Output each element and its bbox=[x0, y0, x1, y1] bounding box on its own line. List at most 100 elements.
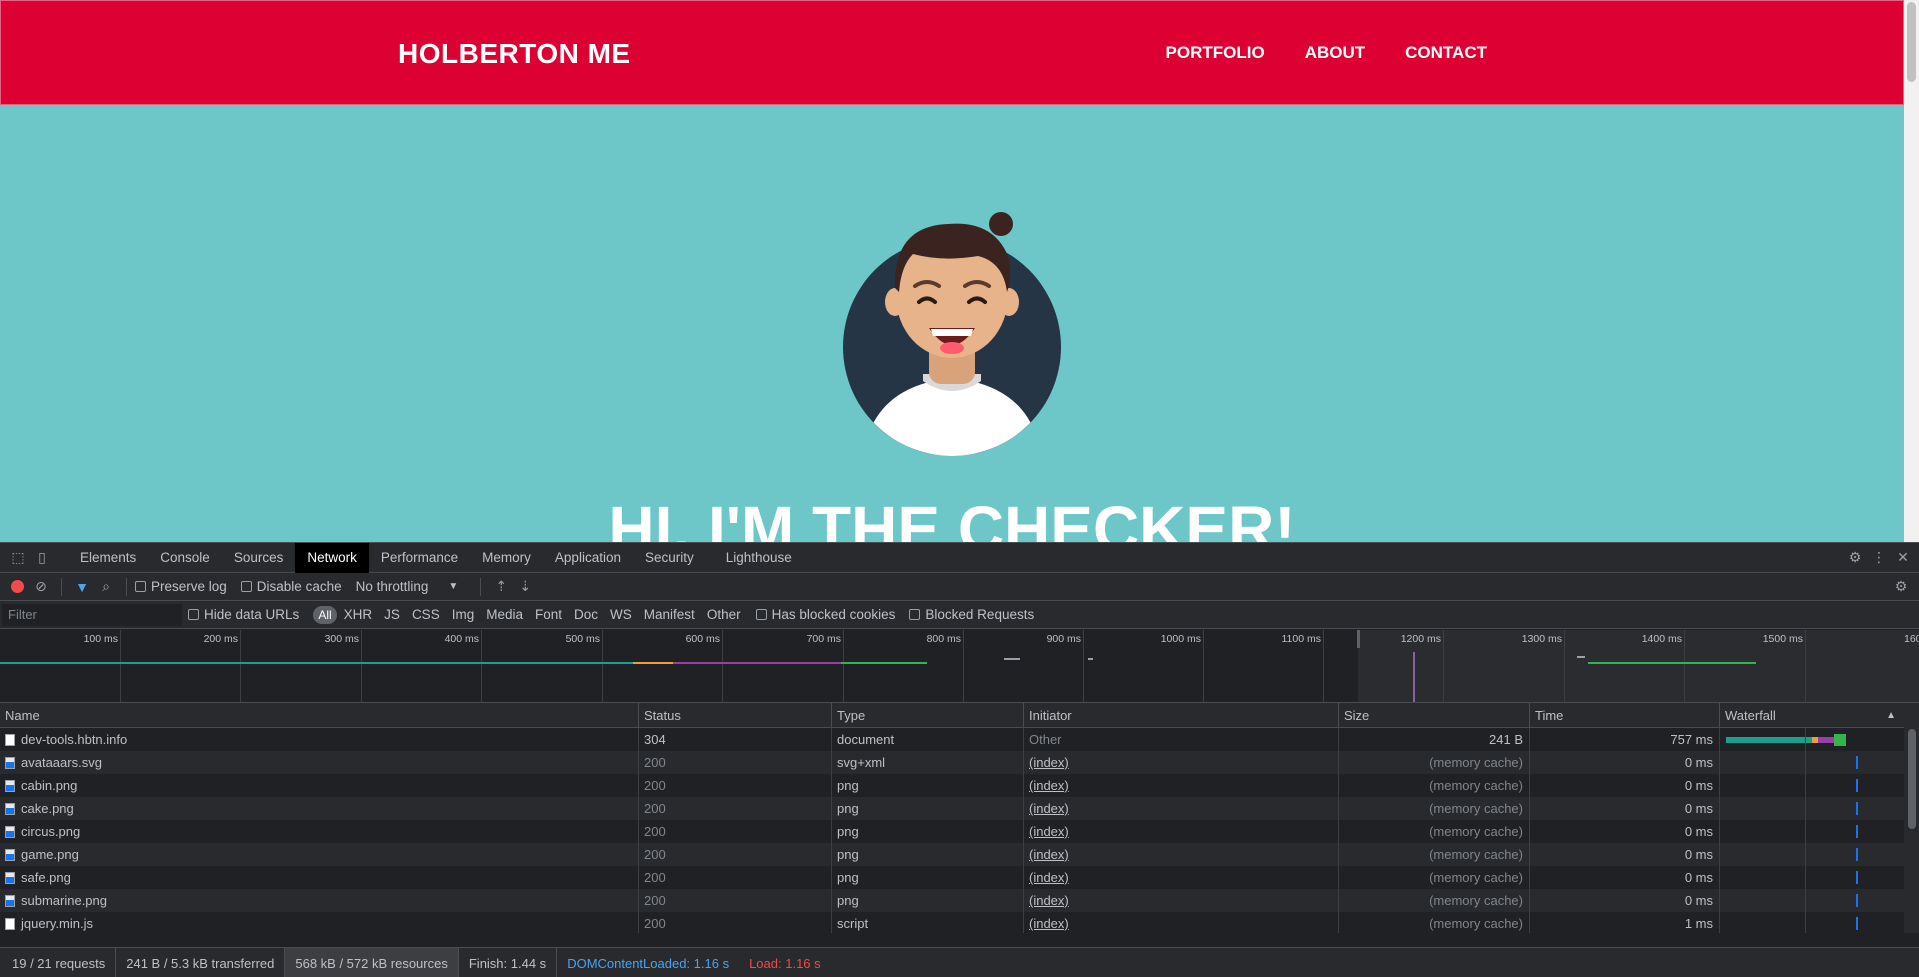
clear-icon[interactable]: ⊘ bbox=[29, 575, 53, 599]
nav-about[interactable]: ABOUT bbox=[1305, 43, 1365, 63]
device-toolbar-icon[interactable]: ▯ bbox=[30, 546, 54, 570]
tab-performance[interactable]: Performance bbox=[369, 543, 470, 573]
tab-sources[interactable]: Sources bbox=[222, 543, 296, 573]
filter-input[interactable] bbox=[2, 603, 182, 626]
col-initiator[interactable]: Initiator bbox=[1023, 703, 1338, 728]
table-row[interactable]: dev-tools.hbtn.info 304 document Other 241 B… bbox=[0, 728, 1904, 751]
filter-type-doc[interactable]: Doc bbox=[569, 605, 603, 624]
cell-initiator[interactable]: (index) bbox=[1023, 843, 1338, 866]
cell-initiator[interactable]: (index) bbox=[1023, 889, 1338, 912]
filter-type-manifest[interactable]: Manifest bbox=[639, 605, 700, 624]
filter-type-js[interactable]: JS bbox=[379, 605, 405, 624]
tab-lighthouse[interactable]: Lighthouse bbox=[714, 543, 804, 573]
tab-network[interactable]: Network bbox=[295, 542, 369, 573]
site-nav: PORTFOLIO ABOUT CONTACT bbox=[1166, 43, 1487, 63]
settings-gear-icon[interactable]: ⚙ bbox=[1843, 546, 1867, 570]
disable-cache-checkbox[interactable]: Disable cache bbox=[240, 579, 342, 594]
cell-status-text: 200 bbox=[644, 755, 666, 770]
filter-type-media[interactable]: Media bbox=[481, 605, 528, 624]
network-settings-icon[interactable]: ⚙ bbox=[1889, 575, 1913, 599]
throttling-select[interactable]: No throttling ▼ bbox=[356, 579, 459, 594]
col-status[interactable]: Status bbox=[638, 703, 831, 728]
import-har-icon[interactable]: ⇡ bbox=[489, 575, 513, 599]
cell-name-text: submarine.png bbox=[21, 893, 107, 908]
cell-waterfall bbox=[1719, 866, 1904, 889]
overview-tick-label: 160 bbox=[1904, 633, 1919, 645]
waterfall-gridline bbox=[1805, 728, 1806, 751]
page-scrollbar[interactable] bbox=[1904, 0, 1919, 542]
network-overview-timeline[interactable]: 100 ms 200 ms 300 ms 400 ms 500 ms 600 ms 700 … bbox=[0, 630, 1919, 703]
cell-initiator[interactable]: (index) bbox=[1023, 751, 1338, 774]
filter-funnel-icon[interactable]: ▼ bbox=[70, 575, 94, 599]
col-size[interactable]: Size bbox=[1338, 703, 1529, 728]
col-name[interactable]: Name bbox=[0, 703, 638, 728]
table-row[interactable]: jquery.min.js 200 script (index) (memory cac… bbox=[0, 912, 1904, 933]
blocked-requests-checkbox[interactable]: Blocked Requests bbox=[909, 607, 1034, 622]
cell-time: 757 ms bbox=[1529, 728, 1719, 751]
filter-type-ws[interactable]: WS bbox=[605, 605, 637, 624]
cell-waterfall bbox=[1719, 843, 1904, 866]
table-row[interactable]: submarine.png 200 png (index) (memory cache)… bbox=[0, 889, 1904, 912]
nav-contact[interactable]: CONTACT bbox=[1405, 43, 1487, 63]
more-options-icon[interactable]: ⋮ bbox=[1867, 546, 1891, 570]
cell-time: 0 ms bbox=[1529, 889, 1719, 912]
close-devtools-icon[interactable]: ✕ bbox=[1891, 546, 1915, 570]
cell-waterfall bbox=[1719, 797, 1904, 820]
table-scrollbar[interactable] bbox=[1904, 703, 1919, 933]
cell-initiator[interactable]: (index) bbox=[1023, 820, 1338, 843]
site-brand[interactable]: HOLBERTON ME bbox=[398, 38, 631, 70]
inspect-element-icon[interactable]: ⬚ bbox=[6, 546, 30, 570]
has-blocked-cookies-checkbox[interactable]: Has blocked cookies bbox=[755, 607, 895, 622]
table-row[interactable]: cabin.png 200 png (index) (memory cache) 0 ms bbox=[0, 774, 1904, 797]
cell-size-text: (memory cache) bbox=[1429, 755, 1523, 770]
overview-tick-label: 500 ms bbox=[565, 633, 600, 645]
preserve-log-checkbox[interactable]: Preserve log bbox=[135, 579, 227, 594]
cell-size: (memory cache) bbox=[1338, 912, 1529, 933]
filter-type-font[interactable]: Font bbox=[530, 605, 567, 624]
filter-type-img[interactable]: Img bbox=[447, 605, 480, 624]
col-waterfall[interactable]: Waterfall ▲ bbox=[1719, 703, 1904, 728]
search-icon[interactable]: ⌕ bbox=[94, 575, 118, 599]
hide-data-urls-label: Hide data URLs bbox=[204, 607, 300, 622]
overview-tick-label: 1500 ms bbox=[1762, 633, 1803, 645]
table-row[interactable]: safe.png 200 png (index) (memory cache) 0 ms bbox=[0, 866, 1904, 889]
cell-waterfall bbox=[1719, 889, 1904, 912]
col-type[interactable]: Type bbox=[831, 703, 1023, 728]
export-har-icon[interactable]: ⇣ bbox=[513, 575, 537, 599]
waterfall-bar bbox=[1856, 756, 1858, 769]
cell-time-text: 0 ms bbox=[1684, 778, 1713, 793]
tab-memory[interactable]: Memory bbox=[470, 543, 543, 573]
overview-tick: 200 ms bbox=[204, 630, 241, 702]
table-row[interactable]: cake.png 200 png (index) (memory cache) 0 ms bbox=[0, 797, 1904, 820]
table-row[interactable]: avataaars.svg 200 svg+xml (index) (memory ca… bbox=[0, 751, 1904, 774]
tab-application[interactable]: Application bbox=[543, 543, 633, 573]
site-header: HOLBERTON ME PORTFOLIO ABOUT CONTACT bbox=[0, 0, 1904, 105]
filter-type-css[interactable]: CSS bbox=[407, 605, 445, 624]
table-row[interactable]: game.png 200 png (index) (memory cache) 0 ms bbox=[0, 843, 1904, 866]
cell-initiator-text: (index) bbox=[1029, 916, 1069, 931]
cell-initiator[interactable]: (index) bbox=[1023, 797, 1338, 820]
table-row[interactable]: circus.png 200 png (index) (memory cache) 0 m… bbox=[0, 820, 1904, 843]
table-scrollbar-thumb[interactable] bbox=[1908, 729, 1916, 829]
filter-type-xhr[interactable]: XHR bbox=[339, 605, 378, 624]
filter-type-other[interactable]: Other bbox=[702, 605, 746, 624]
cell-initiator[interactable]: (index) bbox=[1023, 912, 1338, 933]
filter-type-all[interactable]: All bbox=[313, 605, 337, 624]
nav-portfolio[interactable]: PORTFOLIO bbox=[1166, 43, 1265, 63]
checkbox-box bbox=[188, 609, 199, 620]
cell-initiator[interactable]: (index) bbox=[1023, 774, 1338, 797]
overview-tick: 1100 ms bbox=[1282, 630, 1324, 702]
image-file-icon bbox=[5, 757, 15, 769]
col-time[interactable]: Time bbox=[1529, 703, 1719, 728]
record-icon[interactable] bbox=[5, 575, 29, 599]
tab-console[interactable]: Console bbox=[148, 543, 222, 573]
tab-elements[interactable]: Elements bbox=[68, 543, 148, 573]
hide-data-urls-checkbox[interactable]: Hide data URLs bbox=[188, 607, 299, 622]
cell-name-text: avataaars.svg bbox=[21, 755, 102, 770]
tab-security[interactable]: Security bbox=[633, 543, 706, 573]
cell-initiator[interactable]: (index) bbox=[1023, 866, 1338, 889]
overview-handle[interactable] bbox=[1357, 630, 1360, 648]
page-scrollbar-thumb[interactable] bbox=[1907, 2, 1916, 82]
overview-tick: 600 ms bbox=[686, 630, 723, 702]
waterfall-gridline bbox=[1805, 797, 1806, 820]
